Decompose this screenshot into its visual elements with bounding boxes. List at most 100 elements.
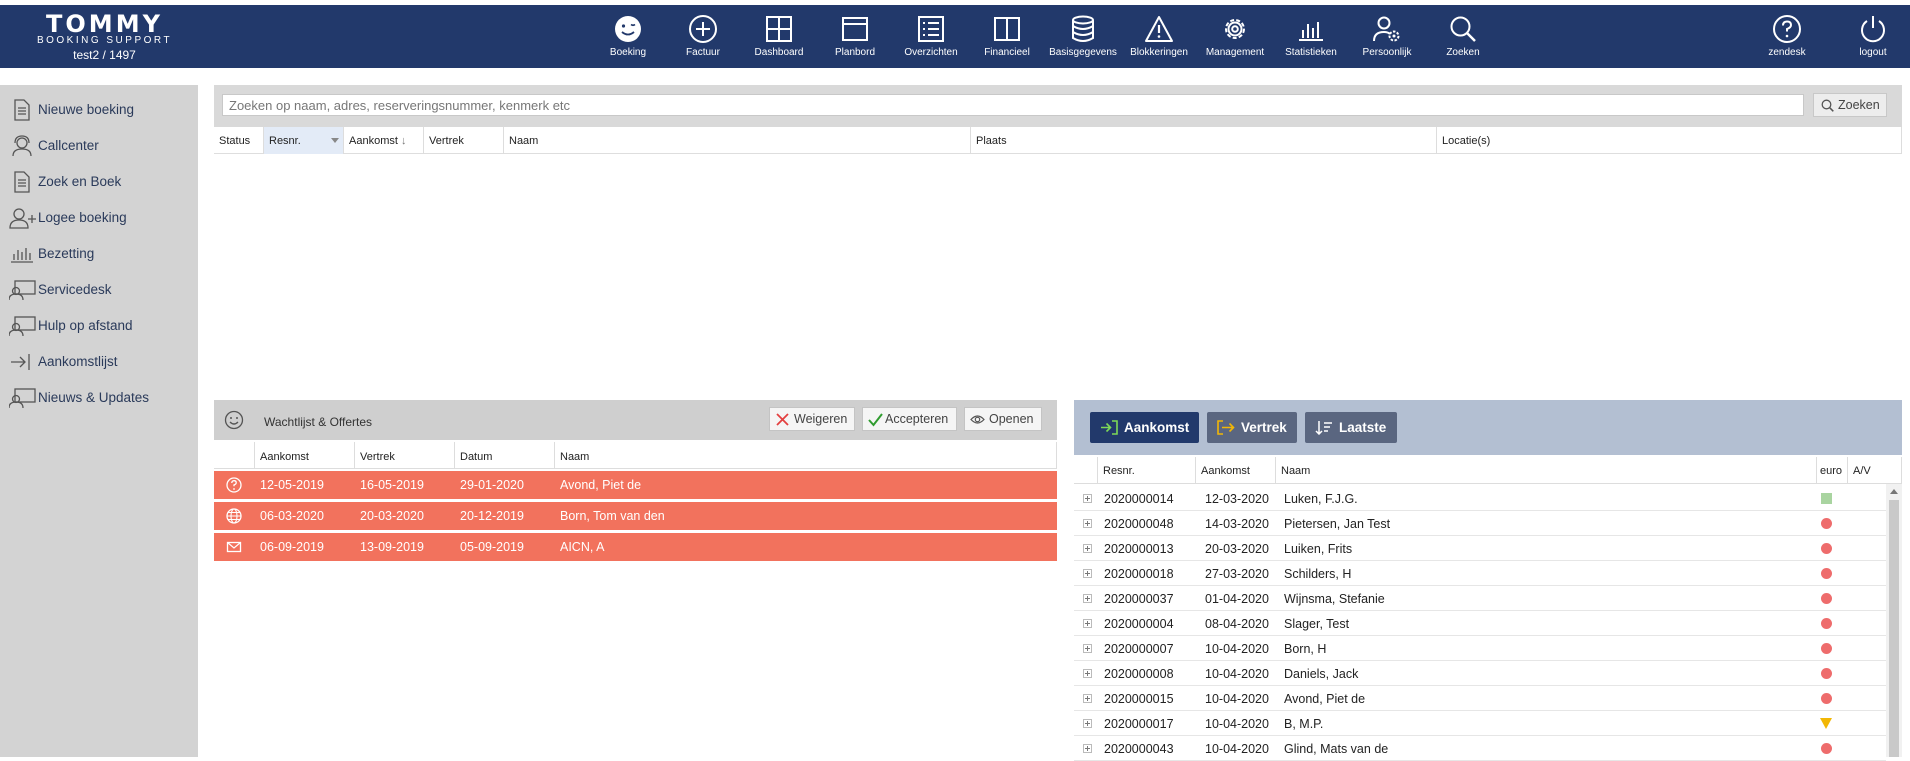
cell-aankomst: 06-09-2019 — [260, 540, 324, 554]
sidebar-item-hulp-op-afstand[interactable]: Hulp op afstand — [9, 313, 194, 339]
column-header-resnr[interactable]: Resnr. — [1098, 457, 1196, 484]
reject-button[interactable]: Weigeren — [769, 407, 855, 431]
nav-basisgegevens[interactable]: Basisgegevens — [1045, 5, 1121, 68]
expand-plus-icon[interactable] — [1083, 544, 1092, 553]
nav-planbord[interactable]: Planbord — [817, 5, 893, 68]
cell-datum: 05-09-2019 — [460, 540, 524, 554]
table-row[interactable]: 2020000015 10-04-2020 Avond, Piet de — [1074, 686, 1886, 711]
expand-plus-icon[interactable] — [1083, 644, 1092, 653]
expand-plus-icon[interactable] — [1083, 569, 1092, 578]
news-icon — [9, 388, 36, 409]
sidebar-item-zoek-en-boek[interactable]: Zoek en Boek — [9, 169, 194, 195]
sidebar-item-nieuws-updates[interactable]: Nieuws & Updates — [9, 385, 194, 411]
column-header-euro[interactable]: euro — [1817, 457, 1848, 484]
tab-laatste[interactable]: Laatste — [1305, 412, 1397, 443]
sidebar-item-nieuwe-boeking[interactable]: Nieuwe boeking — [9, 97, 194, 123]
column-header-status[interactable]: Status — [214, 127, 264, 154]
sidebar-item-logee-boeking[interactable]: Logee boeking — [9, 205, 194, 231]
nav-dashboard[interactable]: Dashboard — [741, 5, 817, 68]
nav-blokkeringen[interactable]: Blokkeringen — [1121, 5, 1197, 68]
arrivals-scrollbar[interactable] — [1886, 484, 1902, 757]
table-row[interactable]: 2020000017 10-04-2020 B, M.P. — [1074, 711, 1886, 736]
status-partial-triangle-icon — [1820, 718, 1832, 729]
cell-naam: Wijnsma, Stefanie — [1284, 592, 1385, 606]
nav-logout[interactable]: logout — [1835, 5, 1910, 68]
waitlist-title: Wachtlijst & Offertes — [264, 415, 373, 429]
expand-plus-icon[interactable] — [1083, 744, 1092, 753]
column-header-vertrek[interactable]: Vertrek — [355, 442, 455, 469]
expand-plus-icon[interactable] — [1083, 694, 1092, 703]
tab-aankomst[interactable]: Aankomst — [1090, 412, 1199, 443]
sidebar-item-servicedesk[interactable]: Servicedesk — [9, 277, 194, 303]
column-header-resnr[interactable]: Resnr. — [264, 127, 344, 154]
table-row[interactable]: 12-05-2019 16-05-2019 29-01-2020 Avond, … — [214, 471, 1057, 499]
nav-persoonlijk[interactable]: Persoonlijk — [1349, 5, 1425, 68]
sidebar-item-bezetting[interactable]: Bezetting — [9, 241, 194, 267]
table-row[interactable]: 2020000048 14-03-2020 Pietersen, Jan Test — [1074, 511, 1886, 536]
search-input[interactable] — [222, 94, 1804, 116]
expand-plus-icon[interactable] — [1083, 669, 1092, 678]
status-paid-square-icon — [1821, 493, 1832, 504]
table-row[interactable]: 06-03-2020 20-03-2020 20-12-2019 Born, T… — [214, 502, 1057, 530]
table-row[interactable]: 2020000014 12-03-2020 Luken, F.J.G. — [1074, 486, 1886, 511]
expand-plus-icon[interactable] — [1083, 719, 1092, 728]
tab-vertrek[interactable]: Vertrek — [1207, 412, 1297, 443]
sidebar-item-label: Nieuwe boeking — [38, 102, 135, 117]
headset-icon — [12, 135, 32, 157]
nav-statistieken[interactable]: Statistieken — [1273, 5, 1349, 68]
checkmark-icon — [868, 413, 883, 427]
column-header-aankomst[interactable]: Aankomst — [255, 442, 355, 469]
table-row[interactable]: 2020000018 27-03-2020 Schilders, H — [1074, 561, 1886, 586]
scroll-up-arrow-icon[interactable] — [1890, 489, 1898, 494]
column-header-av[interactable]: A/V — [1848, 457, 1902, 484]
scrollbar-thumb[interactable] — [1889, 500, 1899, 757]
waitlist-panel: Wachtlijst & Offertes Weigeren Acceptere… — [214, 400, 1057, 440]
nav-overzichten[interactable]: Overzichten — [893, 5, 969, 68]
table-row[interactable]: 2020000037 01-04-2020 Wijnsma, Stefanie — [1074, 586, 1886, 611]
table-row[interactable]: 2020000004 08-04-2020 Slager, Test — [1074, 611, 1886, 636]
tab-label: Aankomst — [1124, 420, 1190, 435]
expand-plus-icon[interactable] — [1083, 494, 1092, 503]
open-button[interactable]: Openen — [964, 407, 1042, 431]
table-row[interactable]: 2020000008 10-04-2020 Daniels, Jack — [1074, 661, 1886, 686]
current-user: test2 / 1497 — [73, 48, 136, 62]
column-header-plaats[interactable]: Plaats — [971, 127, 1437, 154]
accept-button[interactable]: Accepteren — [862, 407, 957, 431]
nav-zendesk[interactable]: zendesk — [1749, 5, 1825, 68]
column-header-vertrek[interactable]: Vertrek — [424, 127, 504, 154]
logo[interactable]: TOMMY BOOKING SUPPORT test2 / 1497 — [22, 12, 187, 62]
nav-label: Dashboard — [754, 47, 804, 58]
search-button[interactable]: Zoeken — [1813, 93, 1887, 117]
column-header-aankomst[interactable]: Aankomst — [1196, 457, 1276, 484]
filter-dropdown-icon[interactable] — [331, 138, 339, 143]
cell-aankomst: 10-04-2020 — [1205, 742, 1269, 756]
cell-resnr: 2020000017 — [1104, 717, 1174, 731]
column-header-naam[interactable]: Naam — [504, 127, 971, 154]
expand-plus-icon[interactable] — [1083, 619, 1092, 628]
sidebar-item-label: Hulp op afstand — [38, 318, 133, 333]
nav-factuur[interactable]: Factuur — [665, 5, 741, 68]
expand-plus-icon[interactable] — [1083, 519, 1092, 528]
user-gear-icon — [1373, 16, 1400, 42]
column-header-datum[interactable]: Datum — [455, 442, 555, 469]
column-header-naam[interactable]: Naam — [1276, 457, 1817, 484]
nav-label: Basisgegevens — [1049, 47, 1117, 58]
table-row[interactable]: 2020000043 10-04-2020 Glind, Mats van de — [1074, 736, 1886, 761]
column-header-aankomst[interactable]: Aankomst ↓ — [344, 127, 424, 154]
table-row[interactable]: 2020000007 10-04-2020 Born, H — [1074, 636, 1886, 661]
column-header-locaties[interactable]: Locatie(s) — [1437, 127, 1902, 154]
expand-plus-icon[interactable] — [1083, 594, 1092, 603]
table-row[interactable]: 06-09-2019 13-09-2019 05-09-2019 AICN, A — [214, 533, 1057, 561]
table-row[interactable]: 2020000013 20-03-2020 Luiken, Frits — [1074, 536, 1886, 561]
sidebar-item-callcenter[interactable]: Callcenter — [9, 133, 194, 159]
status-unpaid-dot-icon — [1821, 743, 1832, 754]
nav-financieel[interactable]: Financieel — [969, 5, 1045, 68]
bar-chart-icon — [1299, 22, 1323, 41]
nav-zoeken[interactable]: Zoeken — [1425, 5, 1501, 68]
nav-boeking[interactable]: Boeking — [590, 5, 666, 68]
sidebar-item-aankomstlijst[interactable]: Aankomstlijst — [9, 349, 194, 375]
nav-label: logout — [1859, 47, 1887, 58]
nav-management[interactable]: Management — [1197, 5, 1273, 68]
nav-label: Planbord — [834, 47, 876, 58]
column-header-naam[interactable]: Naam — [555, 442, 1057, 469]
